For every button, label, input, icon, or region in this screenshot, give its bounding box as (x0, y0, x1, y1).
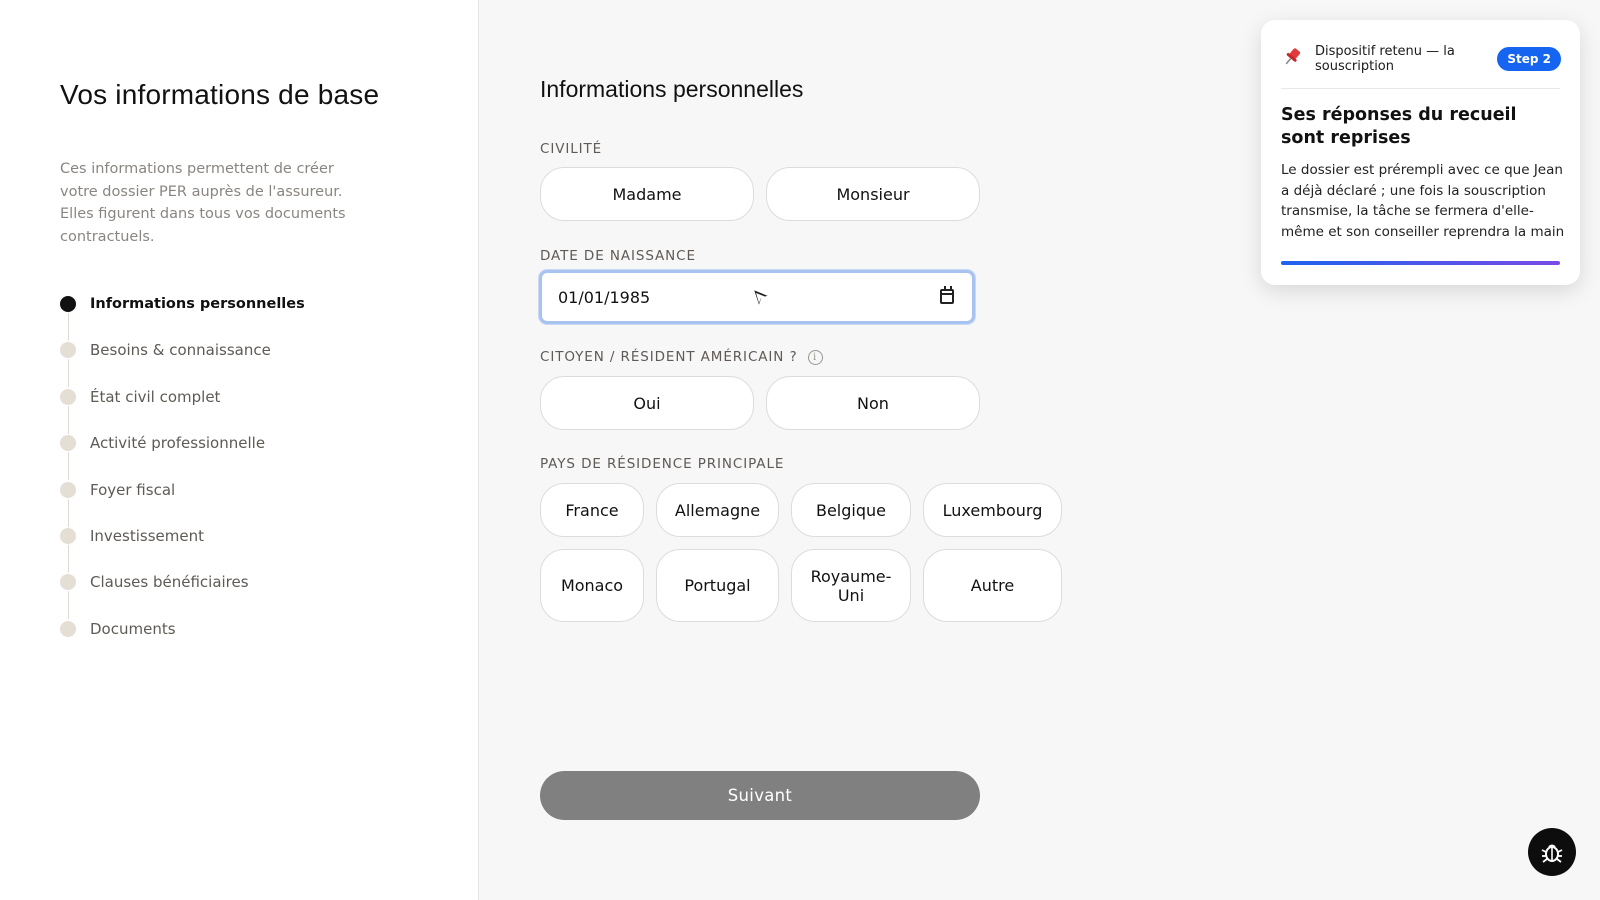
step-foyer-fiscal[interactable]: Foyer fiscal (60, 477, 390, 527)
step-dot (60, 574, 76, 591)
country-monaco-button[interactable]: Monaco (540, 549, 644, 622)
step-dot (60, 342, 76, 359)
country-belgique-button[interactable]: Belgique (791, 483, 911, 537)
pushpin-icon (1281, 46, 1315, 73)
step-dot-active (60, 296, 76, 312)
step-clauses-beneficiaires[interactable]: Clauses bénéficiaires (60, 569, 390, 620)
step-etat-civil-complet[interactable]: État civil complet (60, 384, 390, 434)
country-allemagne-button[interactable]: Allemagne (656, 483, 779, 537)
step-label: Clauses bénéficiaires (90, 573, 249, 592)
mouse-cursor-icon (752, 288, 771, 308)
step-label: Investissement (90, 526, 204, 545)
step-label: Documents (90, 619, 176, 638)
step-dot (60, 435, 76, 452)
info-icon[interactable]: i (807, 349, 823, 365)
guide-card-title: Ses réponses du recueil sont reprises (1281, 105, 1517, 148)
us-citizen-oui-button[interactable]: Oui (540, 376, 754, 430)
birthdate-value: 01/01/1985 (558, 287, 651, 307)
step-label: Informations personnelles (90, 296, 305, 312)
step-list: Informations personnelles Besoins & conn… (60, 291, 390, 662)
form-title: Informations personnelles (540, 76, 804, 102)
step-badge: Step 2 (1497, 47, 1561, 71)
debug-button[interactable] (1528, 828, 1576, 876)
us-citizen-label-row: CITOYEN / RÉSIDENT AMÉRICAIN ? i (540, 349, 823, 365)
step-besoins-connaissance[interactable]: Besoins & connaissance (60, 337, 390, 388)
step-informations-personnelles[interactable]: Informations personnelles (60, 291, 390, 341)
step-label: Besoins & connaissance (90, 341, 271, 360)
step-dot (60, 527, 76, 544)
step-investissement[interactable]: Investissement (60, 523, 390, 573)
step-documents[interactable]: Documents (60, 616, 390, 662)
country-royaume-uni-button[interactable]: Royaume-Uni (791, 549, 911, 622)
country-luxembourg-button[interactable]: Luxembourg (923, 483, 1062, 537)
step-dot (60, 620, 76, 637)
birthdate-label: DATE DE NAISSANCE (540, 248, 696, 264)
step-activite-professionnelle[interactable]: Activité professionnelle (60, 430, 390, 481)
step-label: Activité professionnelle (90, 434, 266, 453)
sidebar: Vos informations de base Ces information… (0, 0, 479, 900)
guide-card-body: Le dossier est prérempli avec ce que Jea… (1281, 162, 1565, 240)
guide-progress-bar (1281, 261, 1560, 265)
country-autre-button[interactable]: Autre (923, 549, 1062, 622)
civility-label: CIVILITÉ (540, 141, 603, 157)
country-label: PAYS DE RÉSIDENCE PRINCIPALE (540, 456, 785, 472)
step-label: État civil complet (90, 387, 221, 406)
us-citizen-label: CITOYEN / RÉSIDENT AMÉRICAIN ? (540, 349, 798, 365)
divider (1281, 88, 1560, 89)
us-citizen-non-button[interactable]: Non (766, 376, 980, 430)
country-portugal-button[interactable]: Portugal (656, 549, 779, 622)
country-france-button[interactable]: France (540, 483, 644, 537)
next-button[interactable]: Suivant (540, 771, 980, 820)
bug-icon (1541, 844, 1563, 863)
step-dot (60, 481, 76, 498)
civility-monsieur-button[interactable]: Monsieur (766, 167, 980, 221)
guide-card: Dispositif retenu — la souscription Step… (1261, 20, 1580, 285)
step-label: Foyer fiscal (90, 480, 176, 499)
civility-madame-button[interactable]: Madame (540, 167, 754, 221)
guide-card-heading: Dispositif retenu — la souscription (1315, 44, 1455, 74)
step-dot (60, 388, 76, 405)
guide-card-header: Dispositif retenu — la souscription Step… (1281, 44, 1561, 74)
sidebar-description: Ces informations permettent de créer vot… (60, 161, 346, 245)
calendar-icon[interactable] (940, 286, 954, 304)
sidebar-title: Vos informations de base (60, 79, 380, 110)
